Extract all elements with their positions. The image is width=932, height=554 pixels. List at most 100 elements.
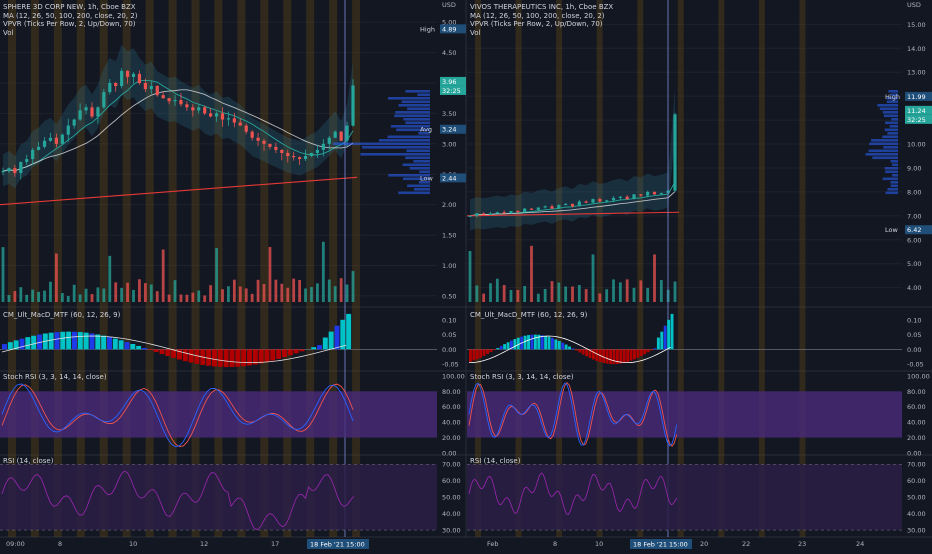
- volume-profile-bar: [886, 192, 898, 195]
- average-value: 3.24: [442, 126, 456, 134]
- macd-histogram-bar: [534, 335, 537, 350]
- macd-histogram-bar: [8, 342, 13, 349]
- macd-histogram-bar: [548, 337, 551, 350]
- volume-bar: [274, 280, 277, 302]
- chart-workspace[interactable]: 5.004.504.003.503.002.502.001.501.000.50…: [0, 0, 932, 550]
- right-title[interactable]: VIVOS THERAPEUTICS INC, 1h, Cboe BZX: [470, 3, 613, 12]
- price-tick-label: 15.00: [907, 21, 926, 29]
- time-axis-label: 17: [271, 540, 279, 548]
- macd-histogram-bar: [660, 332, 663, 350]
- volume-bar: [185, 295, 188, 302]
- candle: [73, 120, 76, 126]
- volume-bar: [334, 286, 337, 302]
- volume-profile-bar: [892, 164, 898, 167]
- volume-profile-bar: [885, 122, 898, 125]
- macd-histogram-bar: [311, 347, 316, 349]
- left-vol-indicator[interactable]: Vol: [3, 29, 138, 38]
- macd-histogram-bar: [568, 346, 571, 349]
- volume-bar: [489, 283, 492, 302]
- stoch-axis-label: 40.00: [907, 419, 926, 427]
- candle: [168, 98, 171, 101]
- volume-bar: [674, 282, 677, 302]
- volume-bar: [551, 281, 554, 302]
- candle: [90, 107, 93, 116]
- candle: [322, 144, 325, 150]
- stoch-axis-label: 60.00: [442, 403, 461, 411]
- macd-histogram-bar: [294, 349, 299, 353]
- macd-histogram-bar: [125, 342, 130, 349]
- time-axis-label: 22: [742, 540, 750, 548]
- countdown-value: 32:25: [907, 116, 926, 124]
- session-highlight: [77, 0, 85, 537]
- macd-histogram-bar: [554, 339, 557, 349]
- macd-histogram-bar: [517, 338, 520, 350]
- candle: [619, 197, 622, 198]
- volume-bar: [544, 289, 547, 302]
- left-title[interactable]: SPHERE 3D CORP NEW, 1h, Cboe BZX: [3, 3, 138, 12]
- rsi-band: [467, 464, 902, 530]
- macd-histogram-bar: [544, 336, 547, 349]
- macd-histogram-bar: [575, 349, 578, 350]
- volume-profile-bar: [891, 118, 898, 121]
- candle: [591, 199, 594, 203]
- macd-histogram-bar: [183, 349, 188, 361]
- volume-profile-bar: [887, 132, 898, 135]
- time-axis-label: 8: [553, 540, 557, 548]
- macd-histogram-bar: [619, 349, 622, 363]
- session-highlight: [260, 0, 268, 537]
- candle: [345, 126, 348, 141]
- rsi-axis-label: 50.00: [442, 494, 461, 502]
- candle: [482, 213, 485, 214]
- macd-histogram-bar: [95, 334, 100, 349]
- rsi-band: [0, 464, 437, 530]
- macd-histogram-bar: [541, 335, 544, 349]
- volume-bar: [269, 247, 272, 302]
- volume-profile-bar: [395, 111, 430, 114]
- macd-histogram-bar: [241, 349, 246, 366]
- chart-canvas[interactable]: 5.004.504.003.503.002.502.001.501.000.50…: [0, 0, 932, 550]
- candle: [179, 100, 182, 104]
- candle: [138, 74, 141, 83]
- volume-bar: [503, 285, 506, 302]
- cursor-date-label: 18 Feb '21 15:00: [310, 541, 365, 549]
- left-stoch-title[interactable]: Stoch RSI (3, 3, 14, 14, close): [3, 373, 107, 382]
- right-vol-indicator[interactable]: Vol: [470, 29, 613, 38]
- candle: [509, 211, 512, 213]
- macd-histogram-bar: [212, 349, 217, 366]
- volume-bar: [653, 254, 656, 302]
- macd-histogram-bar: [551, 338, 554, 349]
- volume-bar: [132, 290, 135, 302]
- macd-axis-label: 0.10: [907, 316, 921, 324]
- left-rsi-title[interactable]: RSI (14, close): [3, 457, 53, 466]
- right-stoch-title[interactable]: Stoch RSI (3, 3, 14, 14, close): [470, 373, 574, 382]
- left-macd-title[interactable]: CM_Ult_MacD_MTF (60, 12, 26, 9): [3, 311, 120, 320]
- volume-bar: [585, 289, 588, 302]
- candle: [132, 74, 135, 77]
- volume-bar: [180, 295, 183, 302]
- macd-histogram-bar: [60, 332, 65, 350]
- left-ma-indicator[interactable]: MA (12, 26, 50, 100, 200, close, 20, 2): [3, 12, 138, 21]
- volume-bar: [61, 293, 64, 302]
- volume-bar: [263, 284, 266, 302]
- candle: [578, 201, 581, 206]
- macd-histogram-bar: [160, 349, 165, 354]
- volume-profile-bar: [883, 111, 898, 114]
- macd-histogram-bar: [513, 339, 516, 349]
- volume-profile-bar: [405, 122, 430, 125]
- macd-histogram-bar: [101, 336, 106, 350]
- macd-histogram-bar: [572, 348, 575, 349]
- macd-histogram-bar: [165, 349, 170, 356]
- right-ma-indicator[interactable]: MA (12, 26, 50, 100, 200, close, 20, 2): [470, 12, 613, 21]
- right-vpvr-indicator[interactable]: VPVR (Ticks Per Row, 2, Up/Down, 70): [470, 20, 613, 29]
- currency-label: USD: [907, 1, 921, 9]
- candle: [173, 100, 176, 101]
- volume-bar: [19, 287, 22, 302]
- volume-profile-bar: [407, 185, 430, 188]
- macd-histogram-bar: [259, 349, 264, 363]
- right-macd-title[interactable]: CM_Ult_MacD_MTF (60, 12, 26, 9): [470, 311, 587, 320]
- stoch-overbought-band: [0, 391, 437, 437]
- candle: [13, 168, 16, 173]
- left-vpvr-indicator[interactable]: VPVR (Ticks Per Row, 2, Up/Down, 70): [3, 20, 138, 29]
- volume-bar: [49, 282, 52, 302]
- right-rsi-title[interactable]: RSI (14, close): [470, 457, 520, 466]
